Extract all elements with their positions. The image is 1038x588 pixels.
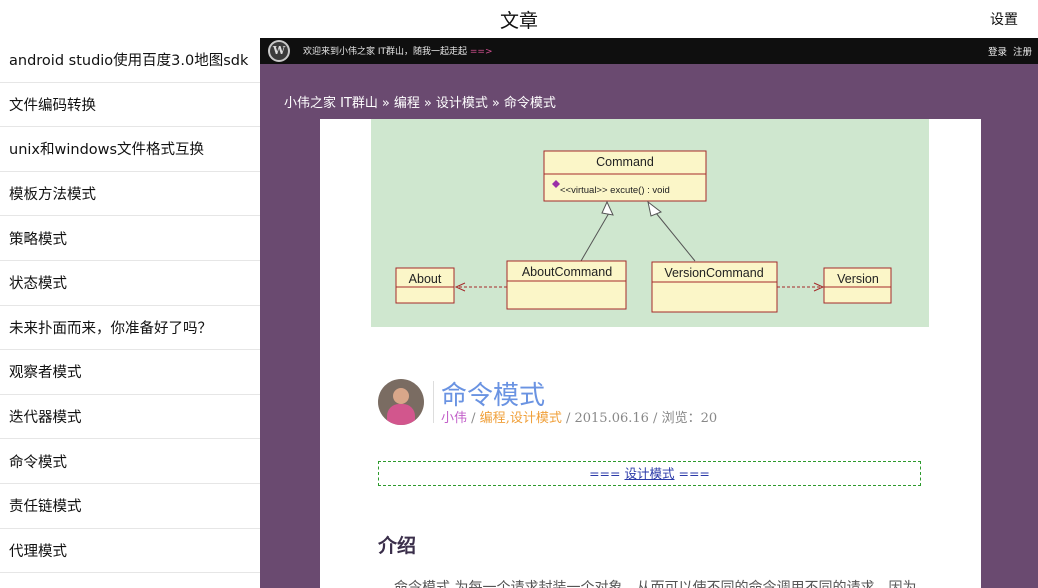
breadcrumb-category[interactable]: 编程 xyxy=(394,96,420,111)
author-link[interactable]: 小伟 xyxy=(441,411,467,426)
breadcrumb-home[interactable]: 小伟之家 IT群山 xyxy=(284,96,378,111)
article-list: android studio使用百度3.0地图sdk 文件编码转换 unix和w… xyxy=(0,38,260,588)
section-text: 命令模式 为每一个请求封装一个对象，从而可以使不同的命令调用不同的请求，因为 xyxy=(394,580,917,588)
auth-links: 登录 注册 xyxy=(982,44,1032,58)
app-header: 文章 设置 xyxy=(0,0,1038,38)
wordpress-logo-icon[interactable]: W xyxy=(268,40,290,62)
breadcrumb-current: 命令模式 xyxy=(503,96,556,111)
list-item[interactable]: 状态模式 xyxy=(0,261,260,306)
list-item[interactable]: 观察者模式 xyxy=(0,350,260,395)
article-webview: W 欢迎来到小伟之家 IT群山，随我一起走起 ==> 登录 注册 小伟之家 IT群… xyxy=(260,38,1038,588)
avatar[interactable] xyxy=(378,379,424,425)
about-class-name: About xyxy=(409,272,442,286)
list-item[interactable]: 策略模式 xyxy=(0,216,260,261)
page-title: 文章 xyxy=(499,10,538,32)
list-item[interactable]: 代理模式 xyxy=(0,529,260,574)
list-item[interactable]: 未来扑面而来，你准备好了吗？ xyxy=(0,306,260,351)
about-command-class-name: AboutCommand xyxy=(522,265,612,279)
site-top-bar: W 欢迎来到小伟之家 IT群山，随我一起走起 ==> 登录 注册 xyxy=(260,38,1038,64)
list-item[interactable]: 责任链模式 xyxy=(0,484,260,529)
command-class-name: Command xyxy=(596,155,654,169)
list-item[interactable]: unix和windows文件格式互换 xyxy=(0,127,260,172)
series-link[interactable]: 设计模式 xyxy=(624,466,674,481)
version-class-name: Version xyxy=(837,272,879,286)
breadcrumb-category[interactable]: 设计模式 xyxy=(436,96,488,111)
login-link[interactable]: 登录 xyxy=(988,47,1007,58)
uml-diagram: Command <<virtual>> excute() : void Abou… xyxy=(371,119,929,327)
settings-button[interactable]: 设置 xyxy=(990,9,1018,29)
list-item[interactable]: android studio使用百度3.0地图sdk xyxy=(0,38,260,83)
category-link[interactable]: 编程 xyxy=(480,411,506,426)
list-item[interactable]: 迭代器模式 xyxy=(0,395,260,440)
list-item[interactable]: 文件编码转换 xyxy=(0,83,260,128)
section-heading: 介绍 xyxy=(378,535,417,557)
post-meta: 小伟 / 编程,设计模式 / 2015.06.16 / 浏览：20 xyxy=(441,411,718,426)
version-command-class-name: VersionCommand xyxy=(664,266,763,280)
post-date-views: / 2015.06.16 / 浏览：20 xyxy=(561,411,718,426)
register-link[interactable]: 注册 xyxy=(1013,47,1032,58)
category-link[interactable]: 设计模式 xyxy=(510,411,562,426)
breadcrumb: 小伟之家 IT群山» 编程» 设计模式» 命令模式 xyxy=(284,96,556,111)
list-item[interactable]: 模板方法模式 xyxy=(0,172,260,217)
article-card: Command <<virtual>> excute() : void Abou… xyxy=(320,119,981,588)
welcome-text: 欢迎来到小伟之家 IT群山，随我一起走起 ==> xyxy=(303,47,493,57)
uml-diagram-svg: Command <<virtual>> excute() : void Abou… xyxy=(395,150,892,313)
list-item[interactable]: 命令模式 xyxy=(0,439,260,484)
command-method: <<virtual>> excute() : void xyxy=(560,185,670,196)
series-box: === 设计模式 === xyxy=(378,461,921,486)
